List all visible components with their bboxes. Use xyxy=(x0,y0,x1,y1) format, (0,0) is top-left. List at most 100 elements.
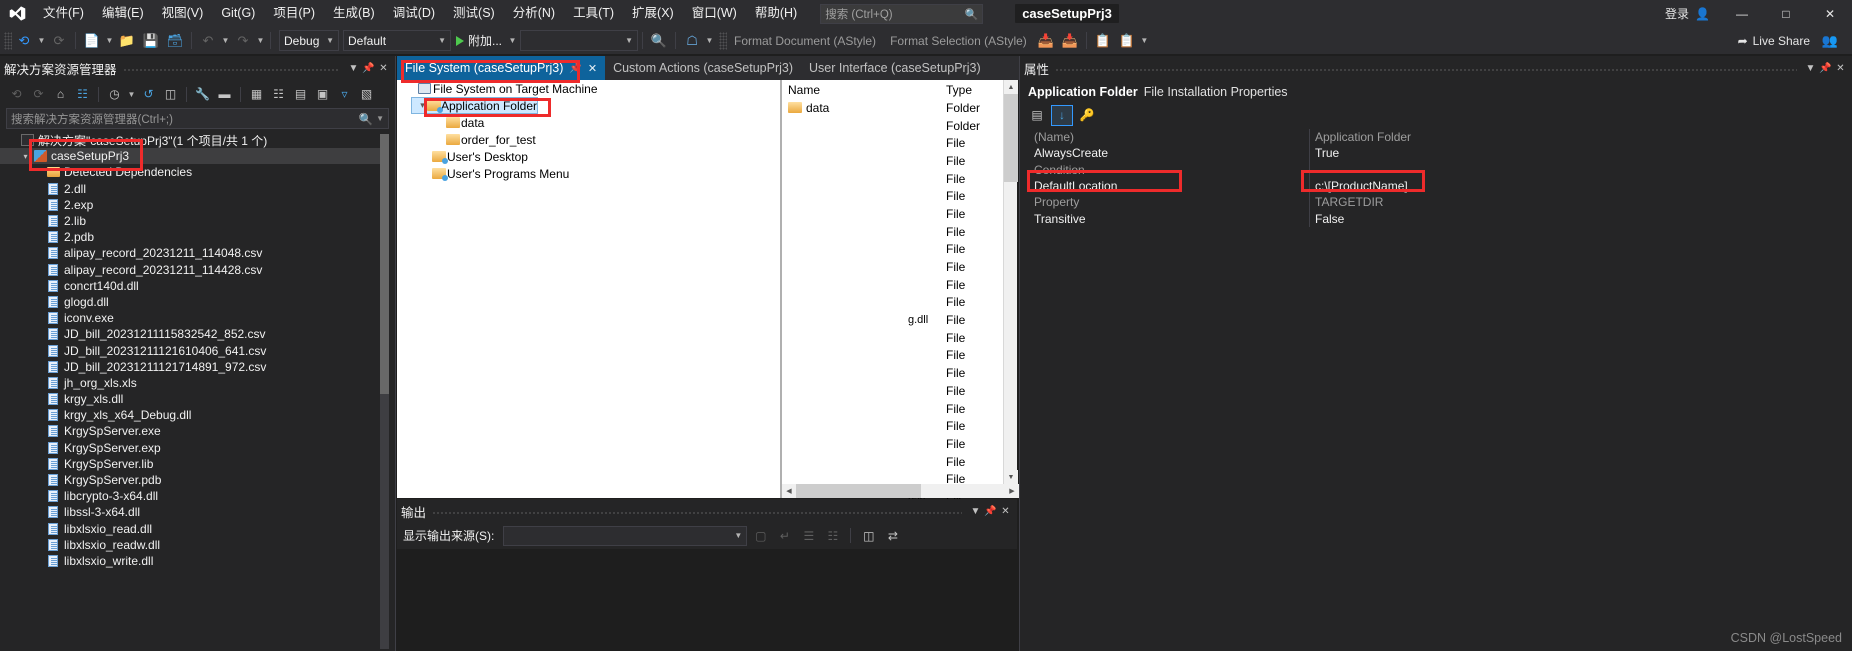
sync-views-icon[interactable]: ▣ xyxy=(312,84,333,105)
go-to-icon[interactable]: ☷ xyxy=(822,525,843,546)
properties-icon[interactable]: 🔧 xyxy=(192,84,213,105)
solution-tree-item[interactable]: KrgySpServer.exe xyxy=(0,423,380,439)
table-row[interactable]: File xyxy=(782,241,1017,259)
close-icon[interactable]: ✕ xyxy=(376,63,391,74)
sync-icon[interactable]: ☷ xyxy=(268,84,289,105)
show-all-files-icon[interactable]: ◷ xyxy=(104,84,125,105)
solution-tree-item[interactable]: iconv.exe xyxy=(0,310,380,326)
solution-tree-item[interactable]: 2.lib xyxy=(0,213,380,229)
chevron-down-icon[interactable]: ▼ xyxy=(126,83,137,105)
table-row[interactable]: data Folder xyxy=(782,99,1017,117)
file-system-tree[interactable]: File System on Target Machine ▾ Applicatio… xyxy=(397,80,780,498)
table-row[interactable]: File xyxy=(782,453,1017,471)
toggle-icon[interactable]: ☰ xyxy=(798,525,819,546)
table-row[interactable]: File xyxy=(782,329,1017,347)
property-column-divider[interactable] xyxy=(1309,210,1310,227)
redo-dropdown-icon[interactable]: ▼ xyxy=(255,30,266,52)
file-system-tree-item[interactable]: File System on Target Machine xyxy=(397,80,780,97)
property-row[interactable]: DefaultLocation c:\[ProductName] xyxy=(1026,177,1848,195)
table-row[interactable]: File xyxy=(782,400,1017,418)
menu-window[interactable]: 窗口(W) xyxy=(683,0,746,27)
property-column-divider[interactable] xyxy=(1309,194,1310,211)
property-row[interactable]: Transitive False xyxy=(1026,210,1848,227)
property-row[interactable]: (Name) Application Folder xyxy=(1026,129,1848,146)
solution-scrollbar-thumb[interactable] xyxy=(380,134,389,394)
table-row[interactable]: File xyxy=(782,205,1017,223)
table-row[interactable]: File xyxy=(782,134,1017,152)
solution-tree-item[interactable]: KrgySpServer.pdb xyxy=(0,472,380,488)
solution-tree-item[interactable]: libxlsxio_write.dll xyxy=(0,553,380,569)
save-all-icon[interactable]: 🗃 xyxy=(163,30,187,52)
new-folder-icon[interactable]: ▦ xyxy=(246,84,267,105)
pin-icon[interactable]: 📌 xyxy=(983,506,998,517)
property-column-divider[interactable] xyxy=(1309,145,1310,162)
file-system-tree-item[interactable]: User's Programs Menu xyxy=(411,165,780,182)
table-row[interactable]: File xyxy=(782,187,1017,205)
solution-tree-item[interactable]: glogd.dll xyxy=(0,294,380,310)
refresh-icon[interactable]: ↺ xyxy=(138,84,159,105)
back-icon[interactable]: ⟲ xyxy=(6,84,27,105)
scroll-up-icon[interactable]: ▲ xyxy=(1004,80,1018,94)
properties-grid[interactable]: (Name) Application Folder AlwaysCreate True… xyxy=(1026,129,1848,227)
toolbar-grip[interactable] xyxy=(4,31,12,50)
navigate-forward-icon[interactable]: ⟳ xyxy=(47,30,71,52)
preview-icon[interactable]: ▬ xyxy=(214,84,235,105)
table-row[interactable]: File xyxy=(782,258,1017,276)
astyle-format-sel-icon[interactable]: 📥 xyxy=(1058,30,1082,52)
property-column-divider[interactable] xyxy=(1309,177,1310,195)
menu-help[interactable]: 帮助(H) xyxy=(746,0,806,27)
solution-tree-item[interactable]: KrgySpServer.lib xyxy=(0,456,380,472)
astyle-format-doc-icon[interactable]: 📥 xyxy=(1034,30,1058,52)
solution-tree-item[interactable]: jh_org_xls.xls xyxy=(0,375,380,391)
file-list-vscroll-thumb[interactable] xyxy=(1004,94,1018,182)
property-column-divider[interactable] xyxy=(1309,129,1310,146)
alphabetical-icon[interactable]: ↓ xyxy=(1051,104,1073,126)
menu-analyze[interactable]: 分析(N) xyxy=(504,0,564,27)
column-header-name[interactable]: Name xyxy=(782,80,942,99)
home-icon[interactable]: ☖ xyxy=(680,30,704,52)
collapse-all-icon[interactable]: ◫ xyxy=(160,84,181,105)
home-dropdown-icon[interactable]: ▼ xyxy=(704,30,715,52)
table-row[interactable]: File xyxy=(782,347,1017,365)
solution-tree[interactable]: 解决方案"caseSetupPrj3"(1 个项目/共 1 个) ▾ caseSet… xyxy=(0,132,380,651)
clear-all-icon[interactable]: ▢ xyxy=(750,525,771,546)
solution-tree-item[interactable]: JD_bill_20231211121714891_972.csv xyxy=(0,359,380,375)
table-row[interactable]: Folder xyxy=(782,117,1017,135)
astyle-toolbar-grip[interactable] xyxy=(719,31,728,50)
property-value[interactable]: c:\[ProductName] xyxy=(1309,179,1848,193)
solution-tree-item[interactable]: alipay_record_20231211_114428.csv xyxy=(0,262,380,278)
view-class-icon[interactable]: ▤ xyxy=(290,84,311,105)
file-system-tree-item[interactable]: data xyxy=(425,114,780,131)
find-icon[interactable]: ⇄ xyxy=(882,525,903,546)
solution-tree-item[interactable]: krgy_xls_x64_Debug.dll xyxy=(0,407,380,423)
table-row[interactable]: g.dll File xyxy=(782,311,1017,329)
filter-icon[interactable]: ▿ xyxy=(334,84,355,105)
solution-tree-item[interactable]: libcrypto-3-x64.dll xyxy=(0,488,380,504)
preview-selected-items-icon[interactable]: 🔍 xyxy=(647,30,671,52)
pin-icon[interactable]: 📌 xyxy=(1818,63,1833,74)
property-value[interactable]: True xyxy=(1309,146,1848,160)
live-share-button[interactable]: ➦ Live Share xyxy=(1730,34,1818,48)
table-row[interactable]: File xyxy=(782,276,1017,294)
expander-icon[interactable]: ▾ xyxy=(418,100,427,111)
tab-custom-actions[interactable]: Custom Actions (caseSetupPrj3) xyxy=(605,56,802,80)
pin-icon[interactable]: 📌 xyxy=(569,63,581,74)
file-list-hscrollbar[interactable]: ◀ ▶ xyxy=(782,484,1019,498)
solution-tree-item[interactable]: concrt140d.dll xyxy=(0,278,380,294)
property-pages-icon[interactable]: 🔑 xyxy=(1076,105,1098,126)
chevron-down-icon[interactable]: ▼ xyxy=(376,114,384,123)
solution-tree-item[interactable]: Detected Dependencies xyxy=(0,164,380,180)
redo-icon[interactable]: ↷ xyxy=(231,30,255,52)
scroll-right-icon[interactable]: ▶ xyxy=(1005,484,1019,498)
navigate-back-dropdown-icon[interactable]: ▼ xyxy=(36,30,47,52)
property-row[interactable]: Property TARGETDIR xyxy=(1026,194,1848,211)
close-icon[interactable]: ✕ xyxy=(588,62,597,75)
table-row[interactable]: File xyxy=(782,223,1017,241)
close-icon[interactable]: ✕ xyxy=(1833,63,1848,74)
attach-target-select[interactable]: ▼ xyxy=(520,30,639,51)
table-row[interactable]: File xyxy=(782,152,1017,170)
solution-tree-item[interactable]: 2.pdb xyxy=(0,229,380,245)
solution-tree-item[interactable]: libxlsxio_read.dll xyxy=(0,521,380,537)
solution-tree-item[interactable]: krgy_xls.dll xyxy=(0,391,380,407)
navigate-back-icon[interactable]: ⟲ xyxy=(12,30,36,52)
